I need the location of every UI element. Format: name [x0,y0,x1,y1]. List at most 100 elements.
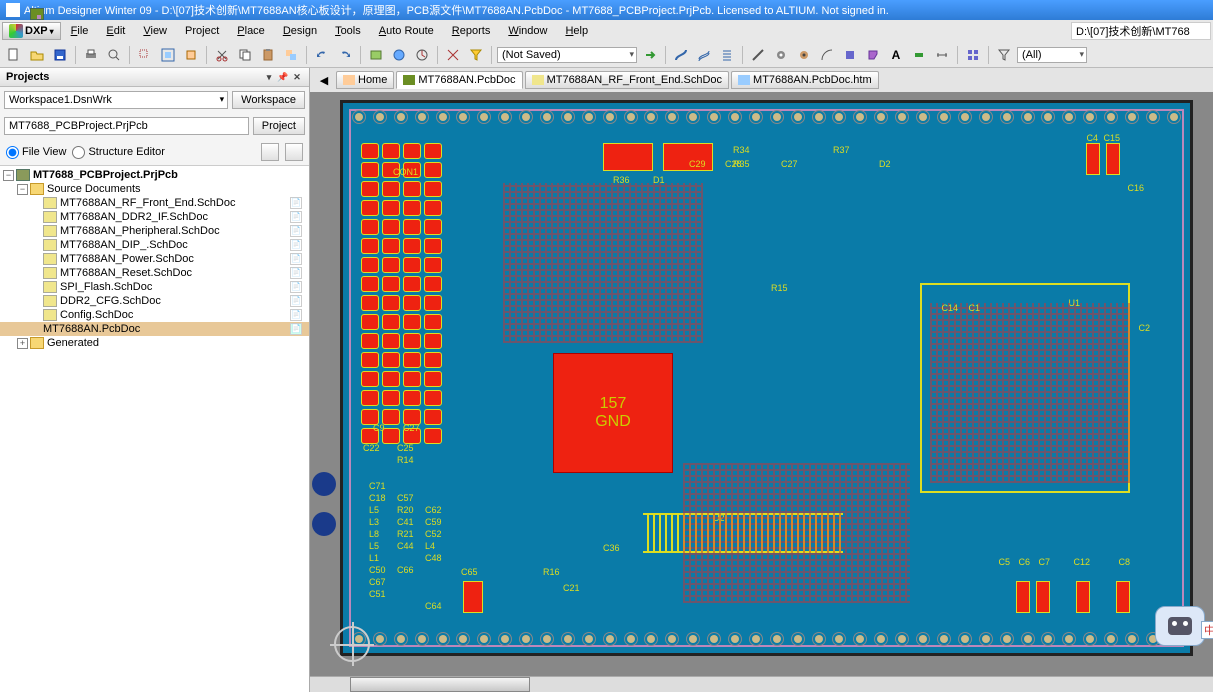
place-pad-icon[interactable] [771,45,791,65]
tab-pcbdoc[interactable]: MT7688AN.PcbDoc [396,71,522,89]
crossprobe-icon[interactable] [443,45,463,65]
scrollbar-thumb[interactable] [350,677,530,692]
save-icon[interactable] [50,45,70,65]
silk: C65 [461,567,478,577]
route-diff-icon[interactable] [694,45,714,65]
separator [742,46,743,64]
update-icon[interactable] [412,45,432,65]
place-fill-icon[interactable] [840,45,860,65]
pcb-icon [403,75,415,85]
main-chip[interactable]: 157 GND [553,353,673,473]
silk: C16 [1127,183,1144,193]
file-view-radio[interactable]: File View [6,146,66,159]
zoom-area-icon[interactable] [135,45,155,65]
tree-pcbdoc[interactable]: MT7688AN.PcbDoc📄 [0,322,309,336]
dxp-menu[interactable]: DXP▾ [2,22,61,40]
tree-source-folder[interactable]: −Source Documents [0,182,309,196]
silk: R14 [397,455,414,465]
menu-place[interactable]: Place [229,23,273,39]
paste-icon[interactable] [258,45,278,65]
panel-opt2-icon[interactable] [285,143,303,161]
panel-close-icon[interactable]: ✕ [291,71,303,83]
project-field[interactable]: MT7688_PCBProject.PrjPcb [4,117,249,135]
ecom-icon[interactable] [389,45,409,65]
place-dim-icon[interactable] [932,45,952,65]
netclass-go-icon[interactable] [640,45,660,65]
panel-menu-icon[interactable]: ▾ [263,71,275,83]
browse-libs-icon[interactable] [366,45,386,65]
tree-doc[interactable]: MT7688AN_Reset.SchDoc📄 [0,266,309,280]
preview-icon[interactable] [104,45,124,65]
project-tree[interactable]: −MT7688_PCBProject.PrjPcb −Source Docume… [0,165,309,692]
place-text-icon[interactable]: A [886,45,906,65]
redo-icon[interactable] [335,45,355,65]
app-icon [6,3,20,17]
project-button[interactable]: Project [253,117,305,135]
place-arc-icon[interactable] [817,45,837,65]
route-icon[interactable] [671,45,691,65]
ime-indicator[interactable]: 中 [1155,606,1205,646]
selectfilter-icon[interactable] [466,45,486,65]
tab-nav-back-icon[interactable]: ◀ [314,70,334,90]
silk: R21 [397,529,414,539]
panel-header[interactable]: Projects ▾ 📌 ✕ [0,68,309,87]
tree-doc[interactable]: DDR2_CFG.SchDoc📄 [0,294,309,308]
place-line-icon[interactable] [748,45,768,65]
workspace-button[interactable]: Workspace [232,91,305,109]
menu-autoroute[interactable]: Auto Route [371,23,442,39]
sch-icon [532,75,544,85]
print-icon[interactable] [81,45,101,65]
menu-design[interactable]: Design [275,23,325,39]
tab-schdoc[interactable]: MT7688AN_RF_Front_End.SchDoc [525,71,729,89]
menu-project[interactable]: Project [177,23,227,39]
netclass-combo[interactable]: (Not Saved) [497,47,637,63]
panel-pin-icon[interactable]: 📌 [277,71,289,83]
place-via-icon[interactable] [794,45,814,65]
undo-icon[interactable] [312,45,332,65]
tab-home[interactable]: Home [336,71,394,89]
workspace-field[interactable]: Workspace1.DsnWrk [4,91,228,109]
horizontal-scrollbar[interactable] [310,676,1213,692]
route-multi-icon[interactable] [717,45,737,65]
menu-reports[interactable]: Reports [444,23,499,39]
open-icon[interactable] [27,45,47,65]
align-icon[interactable] [963,45,983,65]
tree-doc[interactable]: MT7688AN_RF_Front_End.SchDoc📄 [0,196,309,210]
comp [1076,581,1090,613]
copy-icon[interactable] [235,45,255,65]
tree-doc[interactable]: MT7688AN_Power.SchDoc📄 [0,252,309,266]
tree-doc[interactable]: MT7688AN_DDR2_IF.SchDoc📄 [0,210,309,224]
pcb-canvas[interactable]: CON1 157 GND U1 U2 R36 D1 C29 C28 [310,92,1213,676]
new-icon[interactable] [4,45,24,65]
silk: C25 [397,443,414,453]
tree-doc[interactable]: SPI_Flash.SchDoc📄 [0,280,309,294]
pcb-board[interactable]: CON1 157 GND U1 U2 R36 D1 C29 C28 [340,100,1193,656]
cut-icon[interactable] [212,45,232,65]
menu-file[interactable]: File [63,23,97,39]
path-display[interactable]: D:\[07]技术创新\MT768 [1071,22,1211,40]
zoom-selected-icon[interactable] [181,45,201,65]
tab-htm[interactable]: MT7688AN.PcbDoc.htm [731,71,879,89]
menu-window[interactable]: Window [500,23,555,39]
structure-editor-radio[interactable]: Structure Editor [72,146,164,159]
tree-doc[interactable]: MT7688AN_DIP_.SchDoc📄 [0,238,309,252]
routing-area [683,463,910,603]
tree-generated-folder[interactable]: +Generated [0,336,309,350]
menu-view[interactable]: View [135,23,175,39]
menu-help[interactable]: Help [557,23,596,39]
zoom-fit-icon[interactable] [158,45,178,65]
menu-edit[interactable]: Edit [98,23,133,39]
place-comp-icon[interactable] [909,45,929,65]
silk: C50 [369,565,386,575]
duplicate-icon[interactable] [281,45,301,65]
place-poly-icon[interactable] [863,45,883,65]
filter-icon[interactable] [994,45,1014,65]
panel-opt1-icon[interactable] [261,143,279,161]
tree-doc[interactable]: Config.SchDoc📄 [0,308,309,322]
tree-root[interactable]: −MT7688_PCBProject.PrjPcb [0,168,309,182]
tree-doc[interactable]: MT7688AN_Pheripheral.SchDoc📄 [0,224,309,238]
filter-combo[interactable]: (All) [1017,47,1087,63]
menu-tools[interactable]: Tools [327,23,369,39]
comp [1036,581,1050,613]
silk: C1 [968,303,980,313]
